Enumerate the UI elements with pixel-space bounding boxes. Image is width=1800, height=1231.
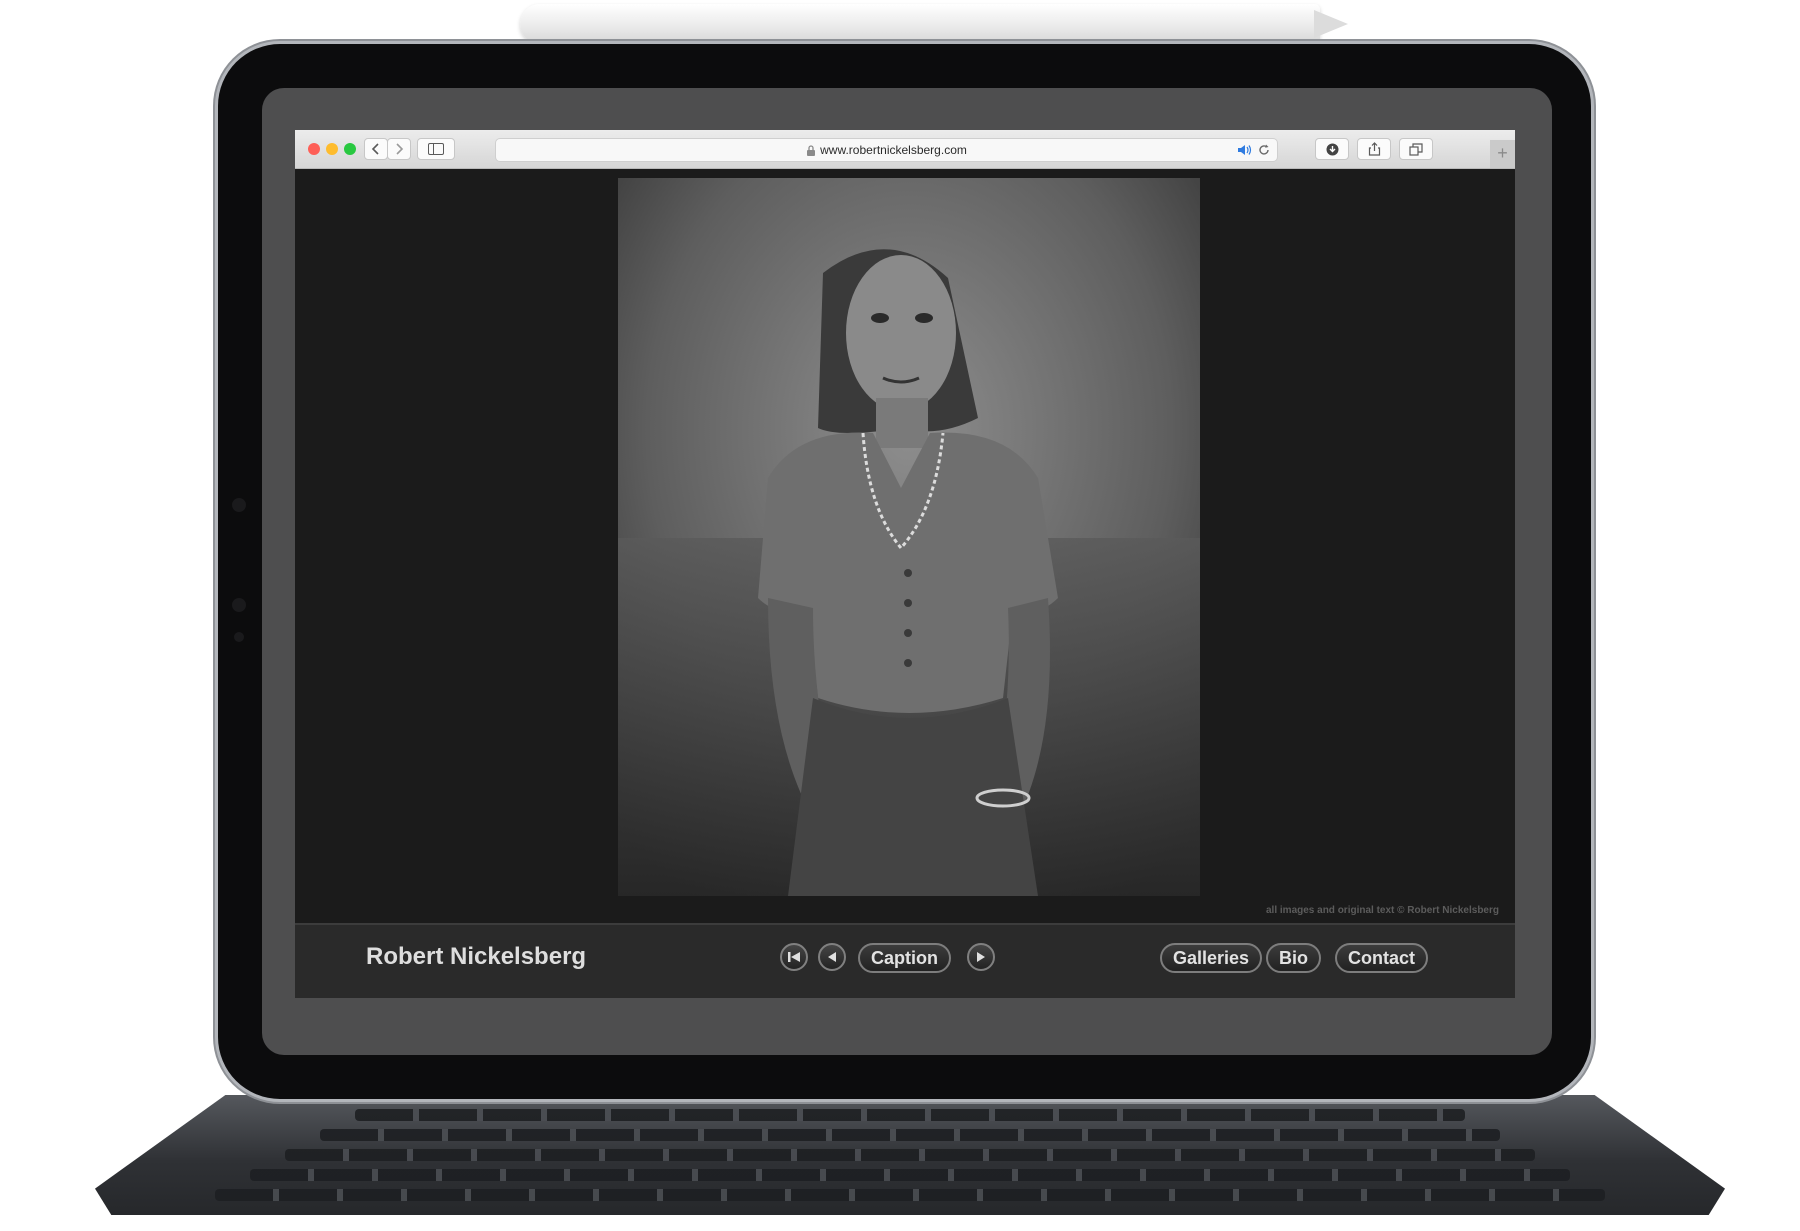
url-text: www.robertnickelsberg.com xyxy=(820,143,967,157)
next-image-button[interactable] xyxy=(967,943,995,971)
zoom-window-button[interactable] xyxy=(344,143,356,155)
tabs-overview-button[interactable] xyxy=(1399,138,1433,160)
browser-toolbar: www.robertnickelsberg.com + xyxy=(295,130,1515,169)
bio-button[interactable]: Bio xyxy=(1266,943,1321,973)
site-name[interactable]: Robert Nickelsberg xyxy=(366,943,586,971)
keyboard xyxy=(95,1095,1725,1215)
skip-to-first-icon xyxy=(788,952,800,962)
forward-button[interactable] xyxy=(387,138,411,160)
download-icon xyxy=(1326,143,1338,155)
close-window-button[interactable] xyxy=(308,143,320,155)
contact-button[interactable]: Contact xyxy=(1335,943,1428,973)
speaker-icon[interactable] xyxy=(1237,144,1253,156)
camera-dot xyxy=(234,632,244,642)
caption-button[interactable]: Caption xyxy=(858,943,951,973)
portrait-photo xyxy=(618,178,1200,896)
galleries-button[interactable]: Galleries xyxy=(1160,943,1263,973)
copyright-notice: all images and original text © Robert Ni… xyxy=(1266,905,1499,916)
apple-pencil-tip xyxy=(1314,10,1348,38)
sidebar-button[interactable] xyxy=(417,138,455,160)
chevron-left-icon xyxy=(371,143,379,155)
lock-icon xyxy=(807,144,816,156)
minimize-window-button[interactable] xyxy=(326,143,338,155)
camera-dot xyxy=(232,498,246,512)
sidebar-icon xyxy=(428,143,444,155)
browser-window: www.robertnickelsberg.com + all images a… xyxy=(295,130,1515,998)
share-button[interactable] xyxy=(1357,138,1391,160)
apple-pencil xyxy=(520,4,1320,44)
new-tab-button[interactable]: + xyxy=(1490,140,1515,168)
camera-dot xyxy=(232,598,246,612)
next-arrow-icon xyxy=(977,952,985,962)
first-image-button[interactable] xyxy=(780,943,808,971)
reload-icon[interactable] xyxy=(1258,144,1270,156)
previous-image-button[interactable] xyxy=(818,943,846,971)
chevron-right-icon xyxy=(396,143,404,155)
address-bar[interactable]: www.robertnickelsberg.com xyxy=(495,138,1278,162)
portrait-figure xyxy=(618,178,1200,896)
download-button[interactable] xyxy=(1315,138,1349,160)
previous-arrow-icon xyxy=(828,952,836,962)
share-icon xyxy=(1368,142,1380,156)
tabs-overview-icon xyxy=(1409,142,1423,156)
site-footer-bar: Robert Nickelsberg Caption Galleries Bio… xyxy=(295,923,1515,998)
back-button[interactable] xyxy=(364,138,388,160)
